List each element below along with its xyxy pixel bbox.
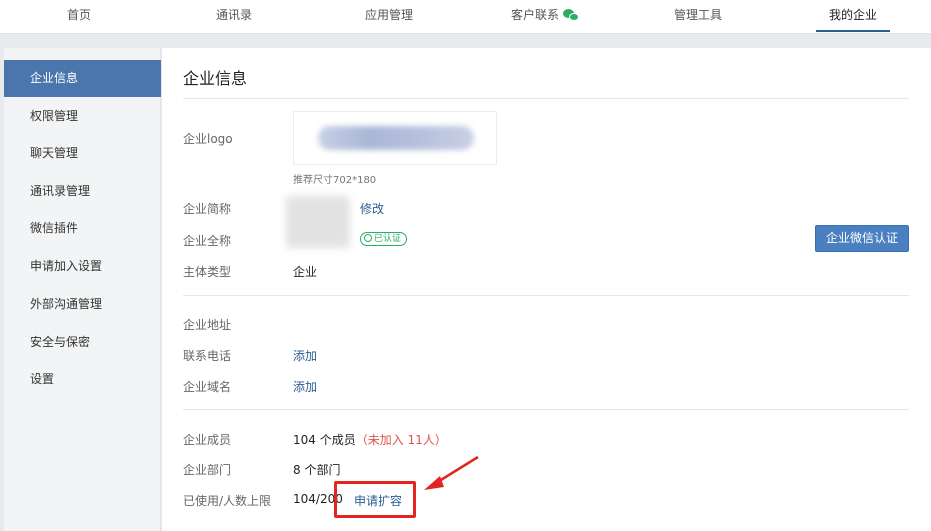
main-content: 企业信息 企业logo 推荐尺寸702*180 企业简称 修改 企业全称 已认证… (162, 48, 931, 531)
logo-size-hint: 推荐尺寸702*180 (293, 175, 377, 186)
divider (183, 98, 909, 99)
members-count: 104 个成员 (293, 433, 356, 447)
tab-customer-contact-label: 客户联系 (510, 8, 559, 22)
redacted-name (286, 196, 350, 248)
annotation-arrow-icon (424, 455, 479, 490)
phone-label: 联系电话 (183, 349, 232, 363)
page-title: 企业信息 (183, 69, 248, 88)
tab-home[interactable]: 首页 (56, 0, 102, 32)
wechat-verify-button[interactable]: 企业微信认证 (815, 225, 909, 252)
capacity-label: 已使用/人数上限 (183, 494, 272, 508)
address-label: 企业地址 (183, 318, 232, 332)
departments-value: 8 个部门 (293, 463, 341, 477)
verified-badge-label: 已认证 (374, 234, 402, 244)
entity-type-label: 主体类型 (183, 265, 232, 279)
sidebar-item-permissions[interactable]: 权限管理 (4, 98, 161, 135)
sidebar-item-external-communication[interactable]: 外部沟通管理 (4, 286, 161, 323)
departments-label: 企业部门 (183, 463, 232, 477)
sidebar-item-enterprise-info[interactable]: 企业信息 (4, 60, 161, 97)
entity-type-value: 企业 (293, 265, 318, 279)
add-domain-link[interactable]: 添加 (293, 378, 317, 395)
short-name-label: 企业简称 (183, 202, 232, 216)
sidebar-item-settings[interactable]: 设置 (4, 361, 161, 398)
sidebar: 企业信息 权限管理 聊天管理 通讯录管理 微信插件 申请加入设置 外部沟通管理 … (4, 48, 161, 531)
verified-badge: 已认证 (360, 232, 408, 246)
tab-app-management[interactable]: 应用管理 (360, 0, 418, 32)
edit-short-name-link[interactable]: 修改 (360, 200, 384, 217)
tab-my-enterprise[interactable]: 我的企业 (816, 0, 890, 32)
sidebar-item-join-settings[interactable]: 申请加入设置 (4, 248, 161, 285)
members-value[interactable]: 104 个成员（未加入 11人） (293, 431, 447, 448)
sidebar-item-wechat-plugin[interactable]: 微信插件 (4, 210, 161, 247)
domain-label: 企业域名 (183, 380, 232, 394)
members-label: 企业成员 (183, 433, 232, 447)
tab-customer-contact[interactable]: 客户联系 (504, 0, 586, 32)
header-gap (0, 34, 931, 48)
sidebar-item-security[interactable]: 安全与保密 (4, 324, 161, 361)
tab-contacts[interactable]: 通讯录 (208, 0, 260, 32)
tab-management-tools[interactable]: 管理工具 (668, 0, 728, 32)
unjoined-count: （未加入 11人） (355, 433, 447, 447)
sidebar-item-contacts-management[interactable]: 通讯录管理 (4, 173, 161, 210)
top-navigation: 首页 通讯录 应用管理 客户联系 管理工具 我的企业 (0, 0, 931, 34)
sidebar-item-chat-management[interactable]: 聊天管理 (4, 135, 161, 172)
enterprise-logo[interactable] (293, 111, 497, 165)
verified-icon (364, 233, 372, 242)
divider (183, 295, 909, 296)
full-name-label: 企业全称 (183, 234, 232, 248)
divider (183, 409, 909, 410)
add-phone-link[interactable]: 添加 (293, 347, 317, 364)
wechat-icon (563, 9, 579, 22)
logo-label: 企业logo (183, 132, 233, 146)
logo-image-blurred (318, 126, 474, 150)
